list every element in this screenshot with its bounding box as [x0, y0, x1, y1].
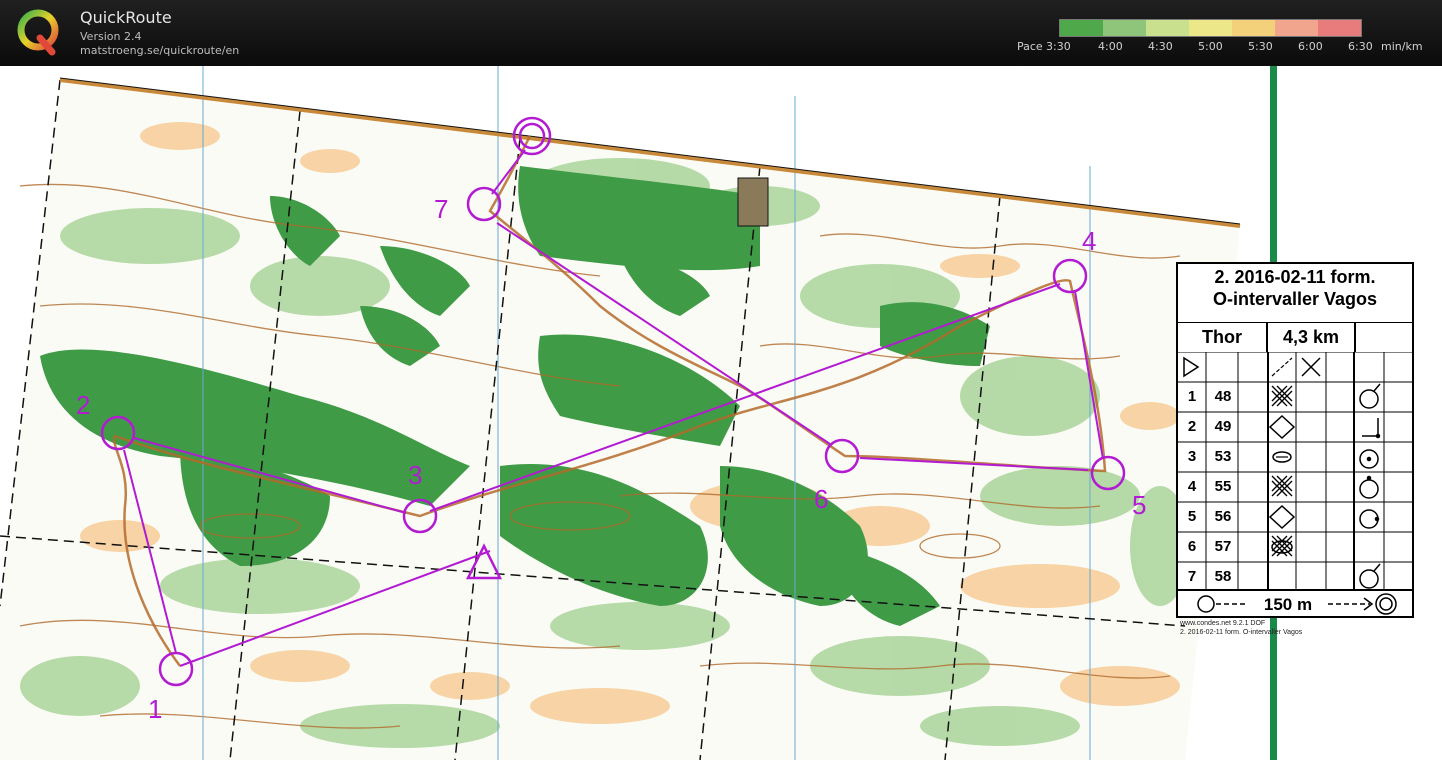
control-label: 6: [814, 484, 828, 514]
pace-label: 5:30: [1248, 40, 1273, 53]
finish-start-circle-icon: [1197, 595, 1215, 613]
pace-prefix-label: Pace: [1017, 40, 1043, 53]
control-label: 2: [76, 390, 90, 420]
app-version: Version 2.4: [80, 30, 142, 43]
position-icon: [1359, 383, 1381, 589]
pace-label: 4:30: [1148, 40, 1173, 53]
finish-distance: 150 m: [1264, 595, 1312, 614]
pace-color-bar: [1059, 19, 1362, 37]
control-number: 7: [1187, 568, 1197, 585]
start-symbol-icon: [1183, 356, 1200, 378]
crossing-symbol-icon: [1271, 357, 1293, 377]
pace-label: 6:00: [1298, 40, 1323, 53]
control-number: 3: [1187, 448, 1197, 465]
control-label: 7: [434, 194, 448, 224]
control-label: 4: [1082, 226, 1096, 256]
app-title: QuickRoute: [80, 8, 172, 27]
pace-color-segment: [1146, 20, 1189, 36]
pace-color-segment: [1103, 20, 1146, 36]
control-code: 56: [1214, 508, 1232, 525]
control-number: 4: [1187, 478, 1197, 495]
runner-name: Thor: [1202, 327, 1242, 347]
control-number: 6: [1187, 538, 1197, 555]
pace-color-segment: [1060, 20, 1103, 36]
course-distance: 4,3 km: [1282, 327, 1340, 347]
pace-color-segment: [1275, 20, 1318, 36]
control-code: 49: [1214, 418, 1232, 435]
title-bar: QuickRoute Version 2.4 matstroeng.se/qui…: [0, 0, 1442, 66]
control-label: 1: [148, 694, 162, 724]
control-label: 3: [408, 460, 422, 490]
legend-header-row: Thor 4,3 km: [1178, 322, 1412, 352]
pace-label: 3:30: [1046, 40, 1071, 53]
control-label: 5: [1132, 490, 1146, 520]
control-code: 57: [1214, 538, 1232, 555]
control-number: 1: [1187, 388, 1197, 405]
quickroute-logo-icon: [17, 9, 59, 56]
footer-line: 2. 2016-02-11 form. O-intervaller Vagos: [1180, 629, 1303, 636]
finish-circle-icon: [1375, 593, 1397, 615]
legend-title: 2. 2016-02-11 form. O-intervaller Vagos: [1178, 266, 1412, 310]
control-code: 55: [1214, 478, 1232, 495]
control-code: 53: [1214, 448, 1232, 465]
pace-color-segment: [1318, 20, 1361, 36]
control-code: 48: [1214, 388, 1232, 405]
app-url[interactable]: matstroeng.se/quickroute/en: [80, 44, 239, 57]
pace-label: 6:30: [1348, 40, 1373, 53]
legend-title-line: O-intervaller Vagos: [1212, 289, 1378, 309]
orienteering-map[interactable]: 1 2 3 4 5 6 7 2. 2016-02-11 form. O-inte…: [0, 66, 1442, 760]
control-description-sheet: 2. 2016-02-11 form. O-intervaller Vagos …: [1176, 262, 1414, 618]
pace-unit-label: min/km: [1381, 40, 1423, 53]
pace-color-segment: [1232, 20, 1275, 36]
building: [737, 177, 769, 227]
control-number: 5: [1187, 508, 1197, 525]
pace-color-segment: [1189, 20, 1232, 36]
legend-title-line: 2. 2016-02-11 form.: [1214, 267, 1376, 287]
pace-label: 5:00: [1198, 40, 1223, 53]
pace-label: 4:00: [1098, 40, 1123, 53]
control-number: 2: [1187, 418, 1197, 435]
control-code: 58: [1214, 568, 1232, 585]
footer-line: www.condes.net 9.2.1 DOF: [1180, 620, 1266, 627]
cross-symbol-icon: [1301, 357, 1321, 377]
